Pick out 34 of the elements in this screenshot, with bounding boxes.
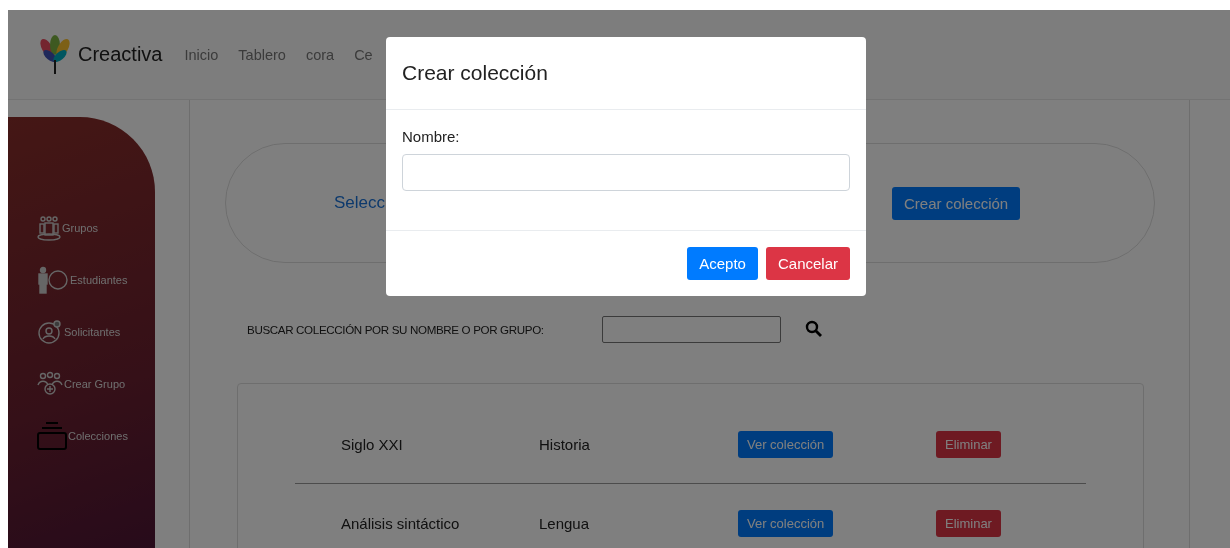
field-label: Nombre: — [402, 128, 461, 145]
cancel-button[interactable]: Cancelar — [765, 247, 850, 280]
banner-text: Selecc — [334, 193, 387, 213]
search-field[interactable] — [602, 315, 781, 343]
collection-name: Siglo XXI — [341, 435, 403, 453]
group-icon — [36, 215, 62, 241]
nav-link[interactable]: Ce — [354, 46, 373, 63]
logo-icon — [38, 33, 72, 76]
sidebar-item[interactable]: Grupos — [36, 214, 155, 242]
modal-title: Crear colección — [402, 61, 548, 85]
nav-link[interactable]: cora — [305, 46, 335, 63]
add-group-icon — [36, 371, 64, 397]
brand-name[interactable]: Creactiva — [78, 43, 163, 66]
sidebar-item[interactable]: Solicitantes — [36, 318, 155, 346]
applicant-icon — [36, 319, 64, 345]
sidebar-item[interactable]: Colecciones — [36, 422, 155, 450]
nav-link[interactable]: Inicio — [184, 46, 219, 63]
delete-button[interactable]: Eliminar — [936, 430, 1001, 458]
name-field[interactable] — [402, 154, 850, 191]
delete-button[interactable]: Eliminar — [936, 509, 1001, 537]
search-icon[interactable] — [805, 320, 823, 338]
accept-button[interactable]: Acepto — [687, 247, 758, 280]
sidebar-item[interactable]: Crear Grupo — [36, 370, 155, 398]
collection-stack-icon — [36, 421, 68, 451]
nav-link[interactable]: Tablero — [238, 46, 286, 63]
student-icon — [36, 266, 70, 294]
view-collection-button[interactable]: Ver colección — [738, 430, 834, 458]
collection-name: Análisis sintáctico — [341, 514, 460, 532]
create-collection-button[interactable]: Crear colección — [892, 186, 1021, 220]
collection-group: Historia — [539, 435, 590, 453]
sidebar-item[interactable]: Estudiantes — [36, 266, 155, 294]
search-label: BUSCAR COLECCIÓN POR SU NOMBRE O POR GRUPO: — [247, 322, 545, 336]
collection-group: Lengua — [539, 514, 590, 532]
view-collection-button[interactable]: Ver colección — [738, 509, 834, 537]
